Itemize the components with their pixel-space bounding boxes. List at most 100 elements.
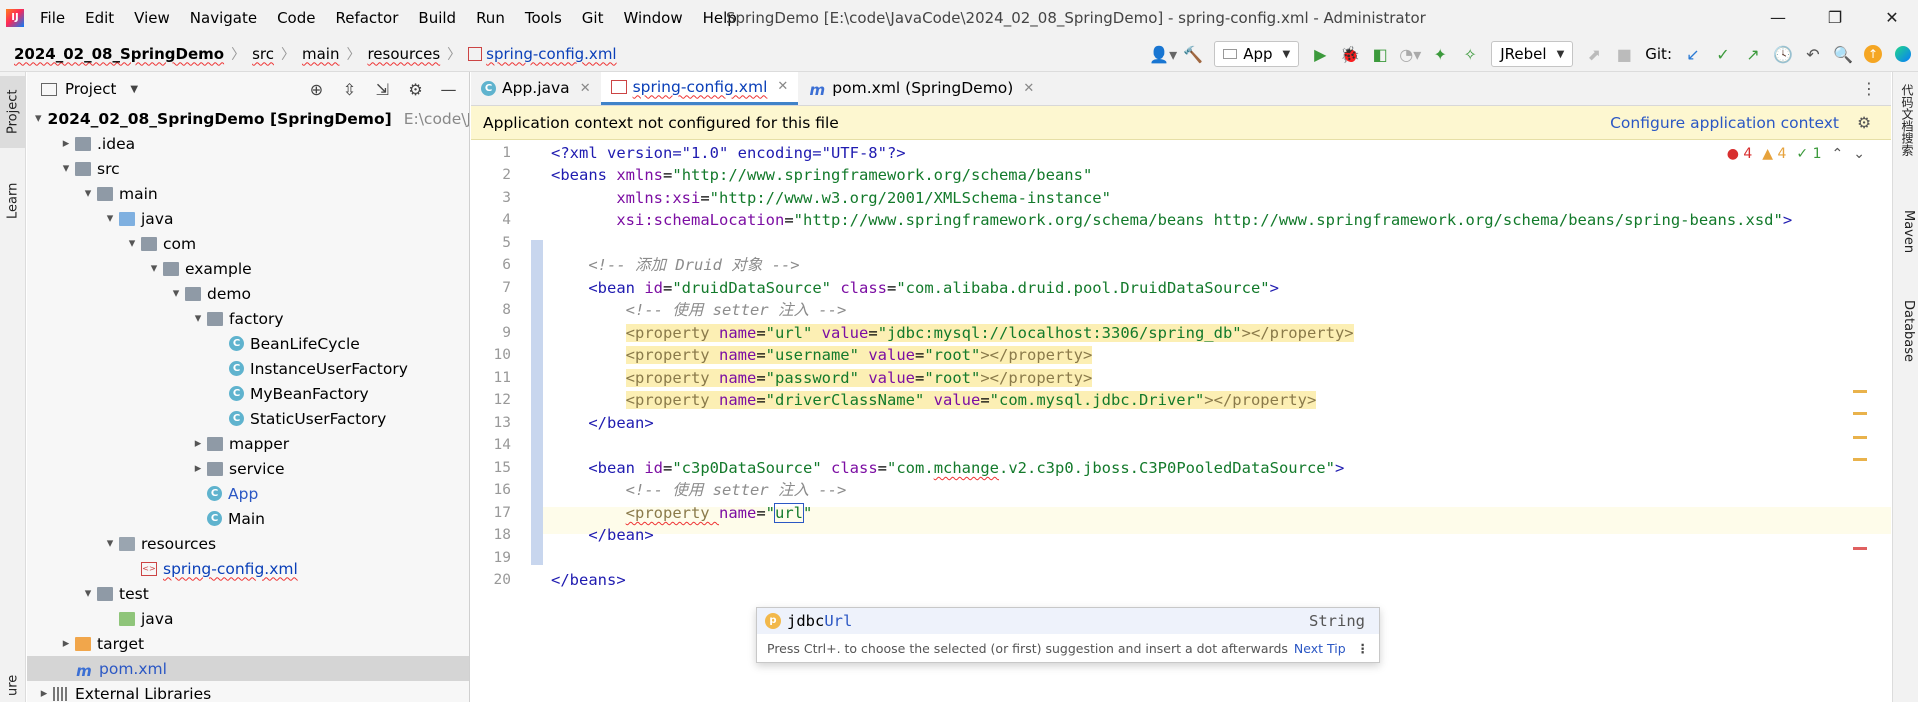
search-icon[interactable]: 🔍	[1828, 36, 1858, 72]
debug-icon[interactable]: 🐞	[1335, 36, 1365, 72]
close-window-icon[interactable]: ✕	[1862, 0, 1918, 36]
more-tabs-icon[interactable]: ⋮	[1861, 72, 1877, 106]
plugin-tool-tab[interactable]: 代码文档搜索	[1896, 84, 1916, 190]
tree-item[interactable]: ▾ com	[27, 231, 469, 256]
restore-icon[interactable]: ❐	[1805, 0, 1865, 36]
tree-item[interactable]: ▾ src	[27, 156, 469, 181]
menu-edit[interactable]: Edit	[75, 0, 124, 36]
menu-build[interactable]: Build	[408, 0, 466, 36]
tree-item[interactable]: C App	[27, 481, 469, 506]
tree-item[interactable]: ▸ target	[27, 631, 469, 656]
configure-context-link[interactable]: Configure application context	[1610, 114, 1839, 132]
menu-code[interactable]: Code	[267, 0, 325, 36]
chevron-up-icon[interactable]: ⌃	[1832, 146, 1844, 162]
jrebel-run-icon[interactable]: ✦	[1425, 36, 1455, 72]
chevron-right-icon[interactable]: ▸	[57, 636, 75, 651]
close-tab-icon[interactable]: ✕	[777, 79, 788, 94]
menu-run[interactable]: Run	[466, 0, 515, 36]
user-icon[interactable]: 👤▾	[1148, 36, 1178, 72]
coverage-icon[interactable]: ◧	[1365, 36, 1395, 72]
run-config-select[interactable]: App ▼	[1214, 41, 1300, 67]
jrebel-select[interactable]: JRebel ▼	[1491, 41, 1574, 67]
run-icon[interactable]: ▶	[1305, 36, 1335, 72]
build-hammer-icon[interactable]: 🔨	[1178, 36, 1208, 72]
tree-item[interactable]: ▸ External Libraries	[27, 681, 469, 702]
maven-tool-tab[interactable]: Maven	[1896, 210, 1916, 270]
menu-tools[interactable]: Tools	[515, 0, 572, 36]
tree-item[interactable]: ▾ example	[27, 256, 469, 281]
menu-file[interactable]: File	[30, 0, 75, 36]
locate-icon[interactable]: ⊕	[300, 80, 333, 99]
chevron-down-icon[interactable]: ▾	[57, 161, 75, 176]
jrebel-sync-icon[interactable]: ⬈	[1579, 36, 1609, 72]
chevron-down-icon[interactable]: ▾	[101, 211, 119, 226]
profile-icon[interactable]: ◔▾	[1395, 36, 1425, 72]
error-count[interactable]: ● 4	[1727, 146, 1753, 162]
expand-all-icon[interactable]: ⇳	[333, 80, 366, 99]
warning-stripe[interactable]	[1853, 458, 1867, 461]
editor-tab[interactable]: C App.java ✕	[471, 72, 601, 105]
tree-item[interactable]: ▾ main	[27, 181, 469, 206]
breadcrumb-main[interactable]: main	[302, 45, 339, 63]
menu-navigate[interactable]: Navigate	[180, 0, 267, 36]
warning-stripe[interactable]	[1853, 412, 1867, 415]
collapse-all-icon[interactable]: ⇲	[366, 80, 399, 99]
minimize-icon[interactable]: —	[1748, 0, 1808, 36]
breadcrumb-project[interactable]: 2024_02_08_SpringDemo	[14, 45, 224, 63]
structure-tool-tab[interactable]: ure	[0, 668, 26, 702]
tree-item[interactable]: ▾ factory	[27, 306, 469, 331]
git-push-icon[interactable]: ↗	[1738, 36, 1768, 72]
learn-tool-tab[interactable]: Learn	[0, 166, 26, 236]
stop-icon[interactable]: ■	[1609, 36, 1639, 72]
chevron-down-icon[interactable]: ▾	[123, 236, 141, 251]
tree-item[interactable]: ▾ test	[27, 581, 469, 606]
chevron-right-icon[interactable]: ▸	[35, 686, 53, 701]
database-tool-tab[interactable]: Database	[1896, 300, 1916, 380]
menu-view[interactable]: View	[124, 0, 180, 36]
ok-count[interactable]: ✓ 1	[1796, 146, 1821, 162]
chevron-right-icon[interactable]: ▸	[189, 461, 207, 476]
breadcrumb-src[interactable]: src	[252, 45, 274, 63]
git-update-icon[interactable]: ↙	[1678, 36, 1708, 72]
chevron-down-icon[interactable]: ▾	[101, 536, 119, 551]
error-stripe[interactable]	[1853, 547, 1867, 550]
chevron-down-icon[interactable]: ▼	[130, 84, 138, 95]
menu-git[interactable]: Git	[572, 0, 614, 36]
chevron-right-icon[interactable]: ▸	[57, 136, 75, 151]
warning-stripe[interactable]	[1853, 390, 1867, 393]
close-tab-icon[interactable]: ✕	[1023, 81, 1034, 96]
chevron-right-icon[interactable]: ▸	[189, 436, 207, 451]
project-tool-tab[interactable]: Project	[0, 76, 26, 148]
tree-item[interactable]: C BeanLifeCycle	[27, 331, 469, 356]
gear-icon[interactable]: ⚙	[399, 80, 432, 99]
jetbrains-logo-icon[interactable]	[1888, 36, 1918, 72]
tree-item[interactable]: C InstanceUserFactory	[27, 356, 469, 381]
tree-item[interactable]: ▾ resources	[27, 531, 469, 556]
tree-item[interactable]: ▸ service	[27, 456, 469, 481]
chevron-down-icon[interactable]: ▾	[189, 311, 207, 326]
chevron-down-icon[interactable]: ⌄	[1853, 146, 1865, 162]
next-tip-link[interactable]: Next Tip	[1294, 641, 1346, 656]
chevron-down-icon[interactable]: ▾	[167, 286, 185, 301]
chevron-down-icon[interactable]: ▾	[79, 586, 97, 601]
close-tab-icon[interactable]: ✕	[580, 81, 591, 96]
tree-item[interactable]: C Main	[27, 506, 469, 531]
completion-item[interactable]: p jdbcUrl String	[757, 608, 1379, 634]
chevron-down-icon[interactable]: ▾	[145, 261, 163, 276]
menu-refactor[interactable]: Refactor	[325, 0, 408, 36]
hide-icon[interactable]: —	[432, 80, 465, 99]
tree-item[interactable]: ▸ mapper	[27, 431, 469, 456]
inspection-widget[interactable]: ● 4 ▲ 4 ✓ 1 ⌃ ⌄	[1727, 146, 1865, 162]
git-history-icon[interactable]: 🕓	[1768, 36, 1798, 72]
menu-window[interactable]: Window	[613, 0, 692, 36]
project-panel-title[interactable]: Project	[65, 80, 116, 98]
git-rollback-icon[interactable]: ↶	[1798, 36, 1828, 72]
tree-item[interactable]: C MyBeanFactory	[27, 381, 469, 406]
editor-tab[interactable]: m pom.xml (SpringDemo) ✕	[798, 72, 1044, 105]
warning-count[interactable]: ▲ 4	[1762, 146, 1786, 162]
more-options-icon[interactable]: ⋮	[1357, 641, 1370, 656]
git-commit-icon[interactable]: ✓	[1708, 36, 1738, 72]
tree-item[interactable]: ▾ java	[27, 206, 469, 231]
tree-item[interactable]: m pom.xml	[27, 656, 469, 681]
chevron-down-icon[interactable]: ▾	[35, 111, 42, 126]
